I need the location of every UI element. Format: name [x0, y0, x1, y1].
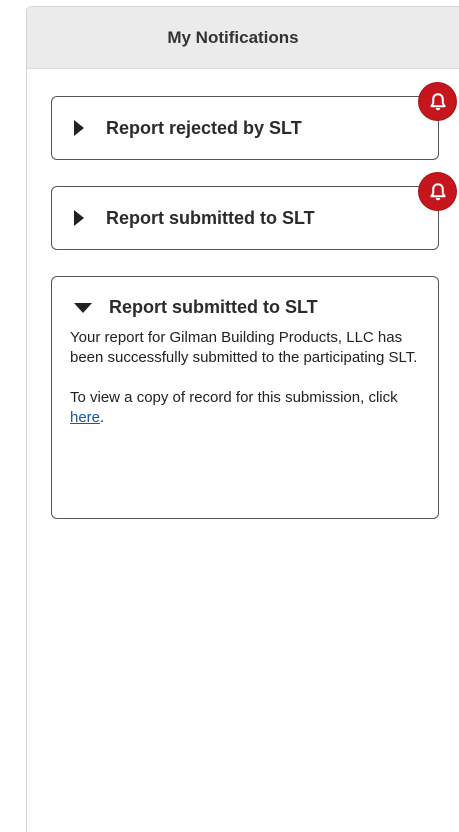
- notification-toggle[interactable]: Report submitted to SLT: [52, 187, 438, 249]
- record-text-suffix: .: [100, 409, 105, 426]
- notification-toggle[interactable]: Report submitted to SLT: [52, 277, 438, 328]
- notification-title: Report rejected by SLT: [106, 117, 302, 138]
- notification-card-rejected[interactable]: Report rejected by SLT: [51, 83, 456, 160]
- notification-title: Report submitted to SLT: [109, 297, 318, 317]
- expand-arrow-icon: [74, 210, 84, 226]
- notification-message: Your report for Gilman Building Products…: [70, 329, 418, 366]
- bell-icon: [419, 83, 456, 120]
- notification-record-text: To view a copy of record for this submis…: [70, 388, 420, 428]
- collapse-arrow-icon: [74, 302, 92, 313]
- panel-title: My Notifications: [167, 27, 299, 47]
- notification-body: Your report for Gilman Building Products…: [52, 328, 438, 428]
- expand-arrow-icon: [74, 120, 84, 136]
- view-record-link[interactable]: here: [70, 409, 100, 426]
- panel-header: My Notifications: [27, 7, 459, 69]
- notifications-panel: My Notifications Report rejected by SLT …: [26, 6, 459, 832]
- bell-icon: [419, 173, 456, 210]
- notification-card-submitted[interactable]: Report submitted to SLT: [51, 173, 456, 250]
- notification-title: Report submitted to SLT: [106, 207, 315, 228]
- notification-card-submitted-expanded[interactable]: Report submitted to SLT Your report for …: [51, 276, 439, 519]
- record-text-prefix: To view a copy of record for this submis…: [70, 389, 398, 406]
- notification-toggle[interactable]: Report rejected by SLT: [52, 97, 438, 159]
